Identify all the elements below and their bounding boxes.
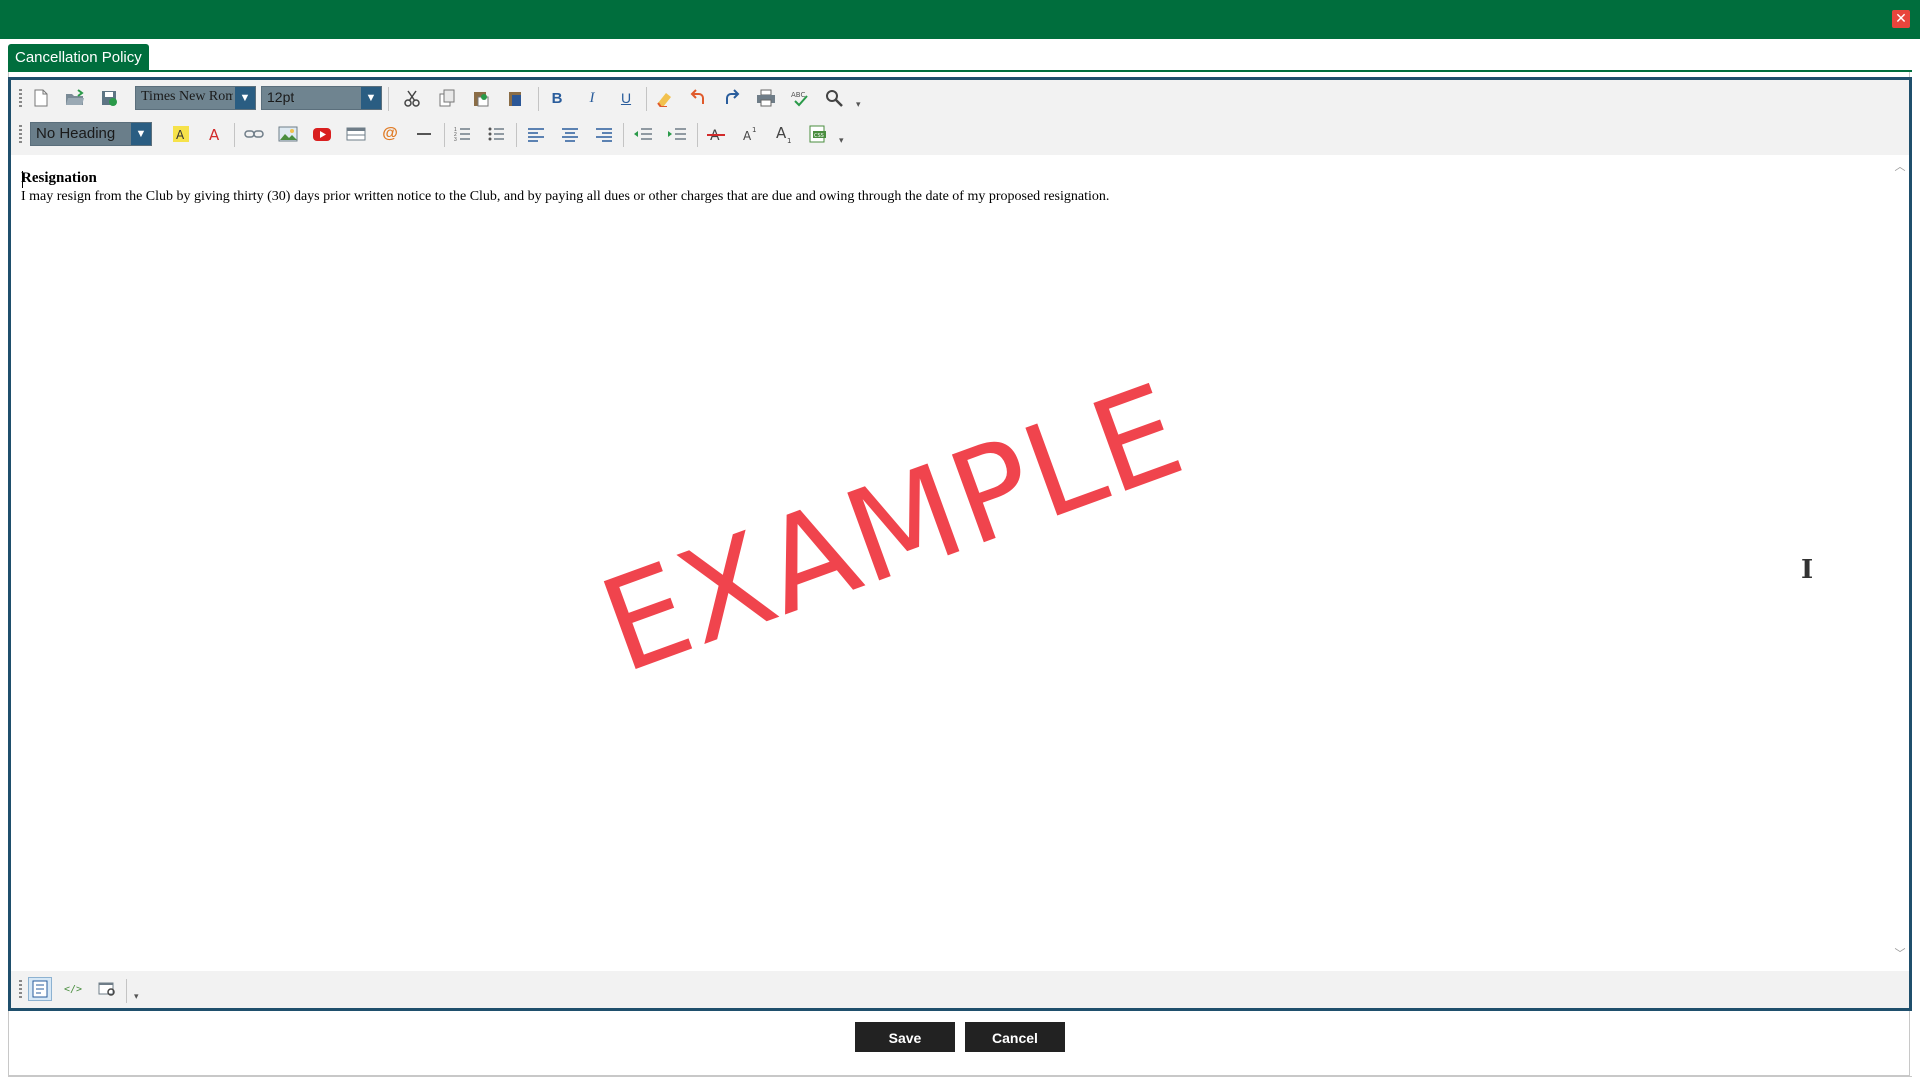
document-paragraph: I may resign from the Club by giving thi… xyxy=(21,189,1110,204)
align-left-icon[interactable] xyxy=(523,122,549,146)
numbered-list-icon[interactable]: 123 xyxy=(449,122,475,146)
insert-video-icon[interactable] xyxy=(309,122,335,146)
paste-from-word-icon[interactable] xyxy=(502,86,528,110)
toolbar-separator xyxy=(516,123,517,147)
chevron-down-icon: ▼ xyxy=(361,87,381,109)
undo-icon[interactable] xyxy=(685,86,711,110)
cut-icon[interactable] xyxy=(399,86,425,110)
example-watermark: EXAMPLE xyxy=(583,356,1201,703)
font-family-select[interactable]: Times New Roman ▼ xyxy=(135,86,256,110)
open-folder-icon[interactable] xyxy=(62,86,88,110)
design-mode-icon[interactable] xyxy=(28,977,52,1001)
new-document-icon[interactable] xyxy=(28,86,54,110)
toolbar-separator xyxy=(126,979,127,1003)
toolbar-grip[interactable] xyxy=(19,980,22,998)
svg-text:CSS: CSS xyxy=(814,133,824,139)
email-link-icon[interactable]: @ xyxy=(377,122,403,146)
title-bar: ✕ xyxy=(0,0,1920,39)
heading-select[interactable]: No Heading ▼ xyxy=(30,122,152,146)
toolbar-overflow-icon[interactable]: ▾ xyxy=(134,991,139,1002)
redo-icon[interactable] xyxy=(719,86,745,110)
svg-text:3: 3 xyxy=(454,137,457,143)
highlight-color-icon[interactable]: A xyxy=(168,122,194,146)
outdent-icon[interactable] xyxy=(630,122,656,146)
editor-mode-bar: </> ▾ xyxy=(11,971,1909,1008)
toolbar-separator xyxy=(697,123,698,147)
scroll-up-icon[interactable]: ︿ xyxy=(1893,160,1907,174)
toolbar-separator xyxy=(388,87,389,111)
vertical-scrollbar[interactable]: ︿ ﹀ xyxy=(1891,155,1909,971)
save-document-icon[interactable] xyxy=(96,86,122,110)
copy-icon[interactable] xyxy=(434,86,460,110)
editor-toolbar: Times New Roman ▼ 12pt ▼ B I xyxy=(11,80,1909,155)
svg-text:1: 1 xyxy=(787,137,791,143)
scroll-down-icon[interactable]: ﹀ xyxy=(1893,947,1907,961)
subscript-icon[interactable]: A1 xyxy=(771,122,797,146)
svg-text:A: A xyxy=(209,126,220,143)
spellcheck-icon[interactable]: ABC xyxy=(787,86,813,110)
bold-button[interactable]: B xyxy=(544,86,570,110)
eraser-icon[interactable] xyxy=(651,86,677,110)
paste-icon[interactable] xyxy=(468,86,494,110)
insert-image-icon[interactable] xyxy=(275,122,301,146)
find-icon[interactable] xyxy=(821,86,847,110)
align-right-icon[interactable] xyxy=(591,122,617,146)
underline-button[interactable]: U xyxy=(613,86,639,110)
insert-css-icon[interactable]: CSS xyxy=(805,122,831,146)
svg-text:A: A xyxy=(176,128,185,142)
toolbar-separator xyxy=(538,87,539,111)
superscript-icon[interactable]: A1 xyxy=(737,122,763,146)
svg-text:1: 1 xyxy=(752,126,756,134)
cancel-button[interactable]: Cancel xyxy=(965,1022,1065,1052)
chevron-down-icon: ▼ xyxy=(235,87,255,109)
chevron-down-icon: ▼ xyxy=(131,123,151,145)
toolbar-separator xyxy=(646,87,647,111)
font-size-select[interactable]: 12pt ▼ xyxy=(261,86,382,110)
italic-button[interactable]: I xyxy=(579,86,605,110)
dialog-bottom-border xyxy=(8,1076,1912,1077)
align-center-icon[interactable] xyxy=(557,122,583,146)
strikethrough-icon[interactable]: A xyxy=(703,122,729,146)
editor-content-area[interactable]: EXAMPLE I xyxy=(11,155,1891,971)
tab-cancellation-policy[interactable]: Cancellation Policy xyxy=(8,44,149,71)
insert-table-icon[interactable] xyxy=(343,122,369,146)
toolbar-separator xyxy=(234,123,235,147)
rich-text-editor: Times New Roman ▼ 12pt ▼ B I xyxy=(8,77,1912,1011)
toolbar-overflow-icon[interactable]: ▾ xyxy=(839,135,844,146)
toolbar-separator xyxy=(623,123,624,147)
preview-mode-icon[interactable] xyxy=(95,977,119,1001)
link-icon[interactable] xyxy=(241,122,267,146)
save-button[interactable]: Save xyxy=(855,1022,955,1052)
close-icon[interactable]: ✕ xyxy=(1892,10,1910,28)
toolbar-overflow-icon[interactable]: ▾ xyxy=(856,99,861,110)
indent-icon[interactable] xyxy=(664,122,690,146)
html-mode-icon[interactable]: </> xyxy=(61,977,85,1001)
toolbar-separator xyxy=(444,123,445,147)
svg-text:A: A xyxy=(743,129,752,143)
font-color-icon[interactable]: A xyxy=(202,122,228,146)
text-cursor-icon: I xyxy=(1801,555,1814,585)
svg-text:ABC: ABC xyxy=(791,91,805,99)
horizontal-rule-icon[interactable] xyxy=(411,122,437,146)
document-heading: Resignation xyxy=(21,170,97,186)
svg-text:A: A xyxy=(776,125,787,142)
toolbar-grip[interactable] xyxy=(19,89,22,107)
print-icon[interactable] xyxy=(753,86,779,110)
toolbar-grip[interactable] xyxy=(19,125,22,143)
bullet-list-icon[interactable] xyxy=(483,122,509,146)
